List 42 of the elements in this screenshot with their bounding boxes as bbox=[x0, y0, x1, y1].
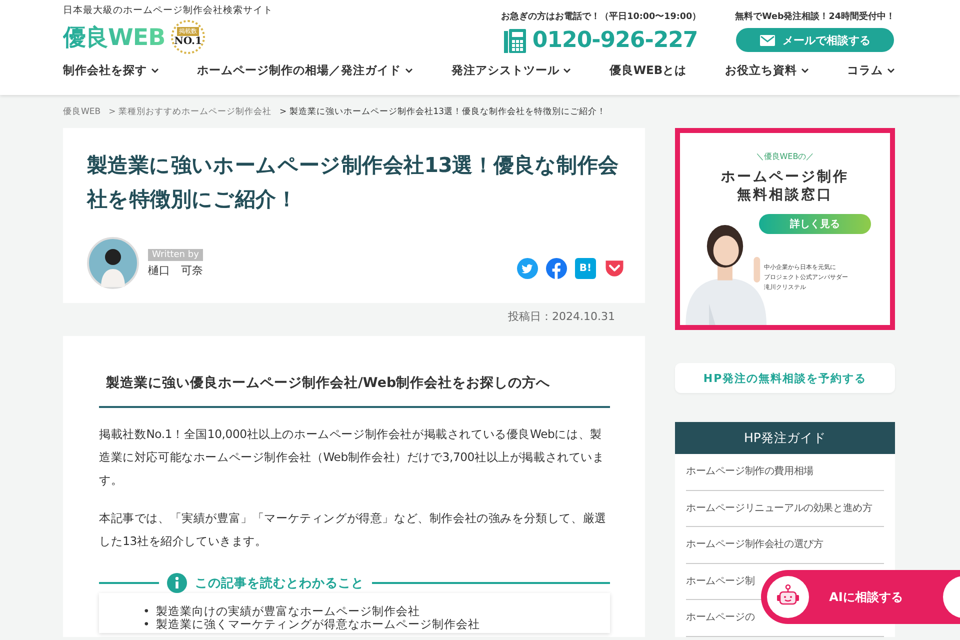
summary-item: 製造業向けの実績が豊富なホームページ制作会社 bbox=[156, 605, 420, 618]
nav-item[interactable]: お役立ち資料 bbox=[724, 63, 809, 78]
posted-date: 投稿日：2024.10.31 bbox=[508, 309, 615, 324]
twitter-icon[interactable] bbox=[517, 258, 538, 278]
phone-hours-note: お急ぎの方はお電話で！（平日10:00〜19:00） bbox=[501, 11, 702, 23]
site-tagline: 日本最大級のホームページ制作会社検索サイト bbox=[63, 4, 273, 17]
facebook-icon[interactable] bbox=[546, 258, 567, 278]
info-icon bbox=[167, 573, 187, 593]
banner-headline: 無料相談窓口 bbox=[737, 186, 833, 204]
article-title: 製造業に強いホームページ制作会社13選！優良な制作会社を特徴別にご紹介！ bbox=[87, 152, 620, 213]
nav-item[interactable]: 制作会社を探す bbox=[63, 63, 159, 78]
breadcrumb-link[interactable]: > 製造業に強いホームページ制作会社13選！優良な制作会社を特徴別にご紹介！ bbox=[279, 106, 606, 118]
breadcrumb-link[interactable]: > 業種別おすすめホームページ制作会社 bbox=[108, 106, 272, 118]
paragraph: 本記事では、「実績が豊富」「マーケティングが得意」など、制作会社の強みを分類して、厳選した13社を紹介していきます。 bbox=[99, 510, 608, 550]
author-avatar bbox=[87, 237, 139, 289]
mail-note: 無料でWeb発注相談！24時間受付中！ bbox=[735, 11, 895, 23]
nav-item[interactable]: コラム bbox=[846, 63, 895, 78]
paragraph: 掲載社数No.1！全国10,000社以上のホームページ制作会社が掲載されている優良Webには、製造業に対応可能なホームページ制作会社（Web制作会社）だけで3,700社以上が掲載されています。 bbox=[99, 426, 606, 489]
phone-icon bbox=[504, 28, 526, 52]
guide-link[interactable]: ホームページの bbox=[686, 611, 755, 624]
mail-icon bbox=[760, 34, 775, 46]
guide-link[interactable]: ホームページ制 bbox=[686, 574, 755, 588]
guide-link[interactable]: ホームページリニューアルの効果と進め方 bbox=[686, 502, 872, 515]
banner-headline: ホームページ制作 bbox=[721, 168, 849, 186]
pocket-icon[interactable] bbox=[604, 258, 625, 278]
guide-link[interactable]: ホームページ制作会社の選び方 bbox=[686, 538, 824, 552]
written-by-label: Written by bbox=[148, 248, 203, 260]
badge-rank: NO.1 bbox=[174, 36, 202, 47]
bullet: • bbox=[143, 605, 150, 618]
section-heading: 製造業に強い優良ホームページ制作会社/Web制作会社をお探しの方へ bbox=[99, 362, 610, 408]
breadcrumb-link[interactable]: 優良WEB bbox=[63, 106, 101, 118]
banner-kicker: ＼優良WEBの／ bbox=[756, 151, 814, 162]
guide-title: HP発注ガイド bbox=[675, 422, 895, 454]
summary-title: この記事を読むとわかること bbox=[195, 574, 364, 592]
guide-link[interactable]: ホームページ制作の費用相場 bbox=[686, 465, 814, 478]
nav-item[interactable]: ホームページ制作の相場／発注ガイド bbox=[197, 63, 414, 78]
bullet: • bbox=[143, 618, 150, 631]
nav-item[interactable]: 発注アシストツール bbox=[451, 63, 572, 78]
author-name[interactable]: 樋口 可奈 bbox=[148, 262, 203, 278]
summary-item: 製造業に強くマーケティングが得意なホームページ制作会社 bbox=[156, 618, 480, 631]
nav-item[interactable]: 優良WEBとは bbox=[609, 63, 687, 78]
ai-consult-button[interactable]: AIに相談する bbox=[761, 570, 960, 624]
